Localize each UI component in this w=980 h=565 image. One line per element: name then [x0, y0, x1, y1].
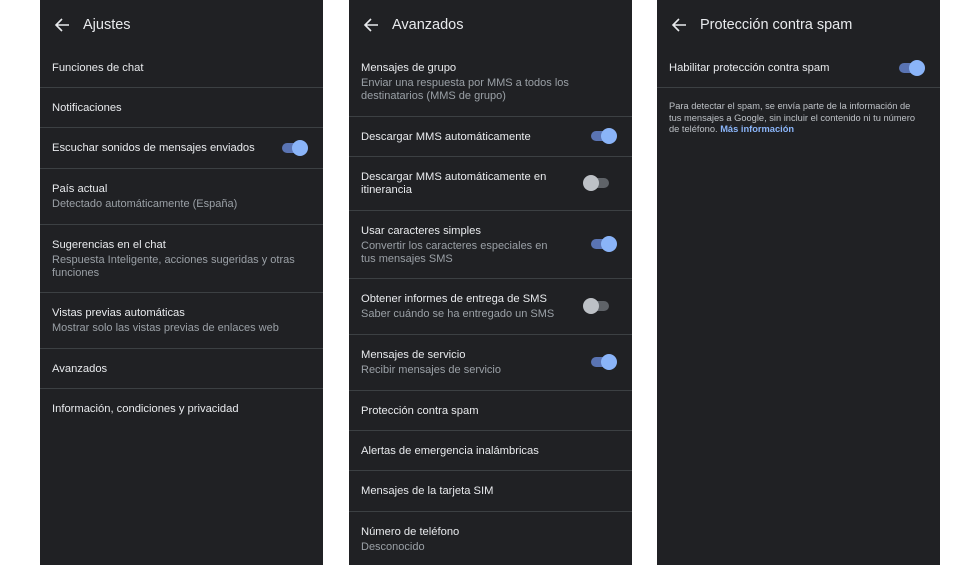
learn-more-link[interactable]: Más información: [720, 124, 794, 134]
item-title: Habilitar protección contra spam: [669, 62, 830, 74]
settings-item-sent-sounds[interactable]: Escuchar sonidos de mensajes enviados: [40, 128, 323, 169]
advanced-item-phone-number[interactable]: Número de teléfono Desconocido: [349, 512, 632, 565]
advanced-item-delivery-reports[interactable]: Obtener informes de entrega de SMS Saber…: [349, 279, 632, 335]
item-subtitle: Recibir mensajes de servicio: [361, 364, 501, 376]
item-title: Protección contra spam: [361, 405, 479, 417]
advanced-item-spam-protection[interactable]: Protección contra spam: [349, 391, 632, 431]
item-subtitle: Mostrar solo las vistas previas de enlac…: [52, 322, 279, 334]
app-bar: Avanzados: [349, 0, 632, 50]
advanced-item-roaming-mms[interactable]: Descargar MMS automáticamente en itinera…: [349, 157, 632, 211]
settings-item-auto-previews[interactable]: Vistas previas automáticas Mostrar solo …: [40, 293, 323, 349]
item-title: Escuchar sonidos de mensajes enviados: [52, 142, 255, 154]
arrow-left-icon[interactable]: [361, 15, 381, 35]
item-title: País actual: [52, 183, 108, 195]
item-title: Avanzados: [52, 363, 108, 375]
settings-item-chat-suggestions[interactable]: Sugerencias en el chat Respuesta Intelig…: [40, 225, 323, 293]
sent-sounds-toggle[interactable]: [281, 140, 308, 156]
auto-download-mms-toggle[interactable]: [590, 128, 617, 144]
item-title: Sugerencias en el chat: [52, 239, 166, 251]
spam-item-enable[interactable]: Habilitar protección contra spam: [657, 50, 940, 88]
item-title: Información, condiciones y privacidad: [52, 403, 239, 415]
advanced-item-simple-characters[interactable]: Usar caracteres simples Convertir los ca…: [349, 211, 632, 279]
app-bar: Ajustes: [40, 0, 323, 50]
arrow-left-icon[interactable]: [52, 15, 72, 35]
delivery-reports-toggle[interactable]: [583, 298, 610, 314]
settings-item-notifications[interactable]: Notificaciones: [40, 88, 323, 128]
advanced-item-auto-download-mms[interactable]: Descargar MMS automáticamente: [349, 117, 632, 157]
arrow-left-icon[interactable]: [669, 15, 689, 35]
item-subtitle: Convertir los caracteres especiales en t…: [361, 240, 548, 265]
item-subtitle: Respuesta Inteligente, acciones sugerida…: [52, 254, 295, 279]
service-messages-toggle[interactable]: [590, 354, 617, 370]
enable-spam-protection-toggle[interactable]: [898, 60, 925, 76]
advanced-screen: Avanzados Mensajes de grupo Enviar una r…: [349, 0, 632, 565]
settings-screen: Ajustes Funciones de chat Notificaciones…: [40, 0, 323, 565]
page-title: Protección contra spam: [700, 17, 853, 33]
item-subtitle: Enviar una respuesta por MMS a todos los…: [361, 77, 569, 102]
settings-item-chat-features[interactable]: Funciones de chat: [40, 50, 323, 88]
item-title: Mensajes de servicio: [361, 349, 466, 361]
item-title: Descargar MMS automáticamente: [361, 131, 531, 143]
spam-description: Para detectar el spam, se envía parte de…: [669, 101, 919, 136]
item-title: Notificaciones: [52, 102, 122, 114]
roaming-mms-toggle[interactable]: [583, 175, 610, 191]
advanced-item-service-messages[interactable]: Mensajes de servicio Recibir mensajes de…: [349, 335, 632, 391]
page-title: Avanzados: [392, 17, 464, 33]
item-subtitle: Saber cuándo se ha entregado un SMS: [361, 308, 555, 320]
item-title: Funciones de chat: [52, 62, 144, 74]
item-title: Usar caracteres simples: [361, 225, 481, 237]
advanced-item-sim-messages[interactable]: Mensajes de la tarjeta SIM: [349, 471, 632, 512]
item-title: Mensajes de la tarjeta SIM: [361, 485, 494, 497]
spam-protection-screen: Protección contra spam Habilitar protecc…: [657, 0, 940, 565]
simple-characters-toggle[interactable]: [590, 236, 617, 252]
item-title: Obtener informes de entrega de SMS: [361, 293, 547, 305]
item-title: Mensajes de grupo: [361, 62, 457, 74]
advanced-item-group-messages[interactable]: Mensajes de grupo Enviar una respuesta p…: [349, 50, 632, 117]
item-subtitle: Detectado automáticamente (España): [52, 198, 238, 210]
item-title: Vistas previas automáticas: [52, 307, 185, 319]
app-bar: Protección contra spam: [657, 0, 940, 50]
item-title: Descargar MMS automáticamente en itinera…: [361, 171, 547, 196]
advanced-item-emergency-alerts[interactable]: Alertas de emergencia inalámbricas: [349, 431, 632, 471]
page-title: Ajustes: [83, 17, 131, 33]
settings-item-about[interactable]: Información, condiciones y privacidad: [40, 389, 323, 429]
item-title: Alertas de emergencia inalámbricas: [361, 445, 539, 457]
item-title: Número de teléfono: [361, 526, 460, 538]
settings-item-current-country[interactable]: País actual Detectado automáticamente (E…: [40, 169, 323, 225]
item-subtitle: Desconocido: [361, 541, 425, 553]
settings-item-advanced[interactable]: Avanzados: [40, 349, 323, 389]
